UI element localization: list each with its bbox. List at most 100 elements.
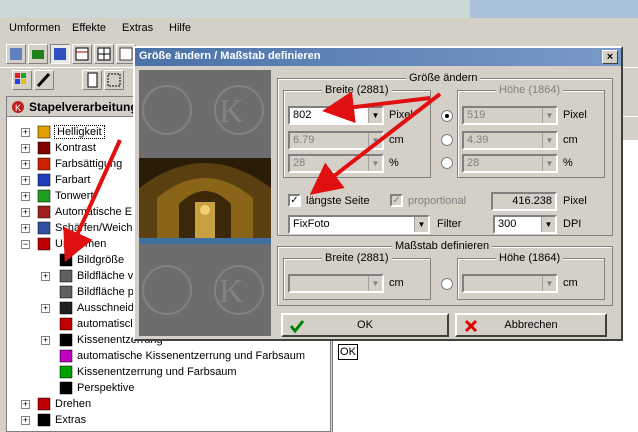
height-cm-field[interactable]: 4.39 ▼ <box>462 131 558 150</box>
chevron-down-icon: ▼ <box>542 156 556 171</box>
longest-side-checkbox[interactable]: ✓ <box>288 194 301 207</box>
scale-width-field[interactable]: ▼ <box>288 274 384 293</box>
fixfoto-logo-icon: K <box>12 101 24 113</box>
height-percent-unit: % <box>563 157 573 169</box>
menu-umformen[interactable]: Umformen <box>9 22 60 34</box>
tree-item-label: Bildfläche v <box>77 270 134 282</box>
expand-icon[interactable]: + <box>21 416 30 425</box>
height-cm-unit: cm <box>563 134 578 146</box>
tree-item-label: Perspektive <box>77 382 135 394</box>
saturation-icon <box>37 157 51 171</box>
scale-width-header: Breite (2881) <box>322 252 392 264</box>
sun-icon <box>37 125 51 139</box>
longest-side-label: längste Seite <box>306 195 370 207</box>
chevron-down-icon: ▼ <box>542 276 556 291</box>
tree-item[interactable]: + Drehen <box>7 397 327 413</box>
sharpen-icon <box>37 221 51 235</box>
expand-icon[interactable]: + <box>21 400 30 409</box>
chevron-down-icon: ▼ <box>414 217 428 232</box>
tree-item-label: Tonwert <box>55 190 94 202</box>
colors-icon <box>37 173 51 187</box>
menu-hilfe[interactable]: Hilfe <box>169 22 191 34</box>
tree-item-label: Bildgröße <box>77 254 125 266</box>
menu-effekte[interactable]: Effekte <box>72 22 106 34</box>
tree-item-label: automatische Kissenentzerrung und Farbsa… <box>77 350 306 362</box>
tree-item[interactable]: + Extras <box>7 413 327 429</box>
close-icon[interactable]: × <box>602 50 618 64</box>
resize-group-label: Größe ändern <box>406 72 481 84</box>
canvas-icon <box>59 269 73 283</box>
tree-item-label: Farbsättigung <box>55 158 123 170</box>
chevron-down-icon: ▼ <box>368 156 382 171</box>
radio-pixel[interactable] <box>441 110 453 122</box>
tonal-icon <box>37 189 51 203</box>
panel-title: Stapelverarbeitung <box>29 100 138 114</box>
expand-icon[interactable]: + <box>41 272 50 281</box>
height-percent-field[interactable]: 28 ▼ <box>462 154 558 173</box>
width-pixel-field[interactable]: 802 ▼ <box>288 106 384 125</box>
cancel-button[interactable]: Abbrechen <box>455 313 607 337</box>
ok-tag: OK <box>338 344 358 360</box>
scale-height-header: Höhe (1864) <box>496 252 564 264</box>
width-pixel-unit: Pixel <box>389 109 413 121</box>
calendar-icon[interactable] <box>72 44 92 64</box>
auto-transform-icon <box>59 317 73 331</box>
scale-width-unit: cm <box>389 277 404 289</box>
palette-icon[interactable] <box>12 70 32 90</box>
brush-icon[interactable] <box>34 70 54 90</box>
cross-color-icon <box>59 365 73 379</box>
expand-icon[interactable]: + <box>21 128 30 137</box>
tree-item[interactable]: automatische Kissenentzerrung und Farbsa… <box>7 349 327 365</box>
chevron-down-icon: ▼ <box>542 108 556 123</box>
longest-side-unit: Pixel <box>563 195 587 207</box>
image-tool-icon[interactable] <box>6 44 26 64</box>
proportional-checkbox[interactable]: ✓ <box>390 194 403 207</box>
width-cm-field[interactable]: 6.79 ▼ <box>288 131 384 150</box>
tree-item-label: automatiscl <box>77 318 133 330</box>
checker-icon <box>59 381 73 395</box>
collapse-icon[interactable]: − <box>21 240 30 249</box>
ok-button[interactable]: OK <box>281 313 449 337</box>
tree-item[interactable]: Kissenentzerrung und Farbsaum <box>7 365 327 381</box>
tree-item-label: Extras <box>55 414 87 426</box>
table-view-icon[interactable] <box>94 44 114 64</box>
width-header: Breite (2881) <box>322 84 392 96</box>
expand-icon[interactable]: + <box>21 208 30 217</box>
tree-item[interactable]: Perspektive <box>7 381 327 397</box>
radio-percent[interactable] <box>441 157 453 169</box>
width-percent-unit: % <box>389 157 399 169</box>
tool-b-icon[interactable] <box>28 44 48 64</box>
width-percent-field[interactable]: 28 ▼ <box>288 154 384 173</box>
crop-icon <box>59 301 73 315</box>
transform-icon <box>37 237 51 251</box>
scale-height-field[interactable]: ▼ <box>462 274 558 293</box>
radio-cm[interactable] <box>441 134 453 146</box>
page-icon[interactable] <box>82 70 102 90</box>
svg-text:K: K <box>219 273 244 310</box>
dialog-titlebar: Größe ändern / Maßstab definieren × <box>135 48 621 66</box>
expand-icon[interactable]: + <box>21 176 30 185</box>
dpi-select[interactable]: 300 ▼ <box>493 215 557 234</box>
dpi-label: DPI <box>563 218 582 230</box>
chart-view-icon[interactable] <box>50 44 70 64</box>
cross-color-icon <box>59 349 73 363</box>
scale-group-label: Maßstab definieren <box>392 240 493 252</box>
preview-photo <box>139 158 271 244</box>
filter-label: Filter <box>437 218 462 230</box>
filter-select[interactable]: FixFoto ▼ <box>288 215 430 234</box>
chevron-down-icon: ▼ <box>542 133 556 148</box>
expand-icon[interactable]: + <box>21 192 30 201</box>
expand-icon[interactable]: + <box>21 160 30 169</box>
longest-side-value: 416.238 <box>491 192 557 211</box>
radio-scale[interactable] <box>441 278 453 290</box>
height-pixel-field[interactable]: 519 ▼ <box>462 106 558 125</box>
expand-icon[interactable]: + <box>21 224 30 233</box>
expand-icon[interactable]: + <box>41 336 50 345</box>
frame-icon[interactable] <box>104 70 124 90</box>
checker-icon <box>59 333 73 347</box>
scale-height-unit: cm <box>563 277 578 289</box>
expand-icon[interactable]: + <box>21 144 30 153</box>
expand-icon[interactable]: + <box>41 304 50 313</box>
menu-extras[interactable]: Extras <box>122 22 153 34</box>
width-cm-unit: cm <box>389 134 404 146</box>
